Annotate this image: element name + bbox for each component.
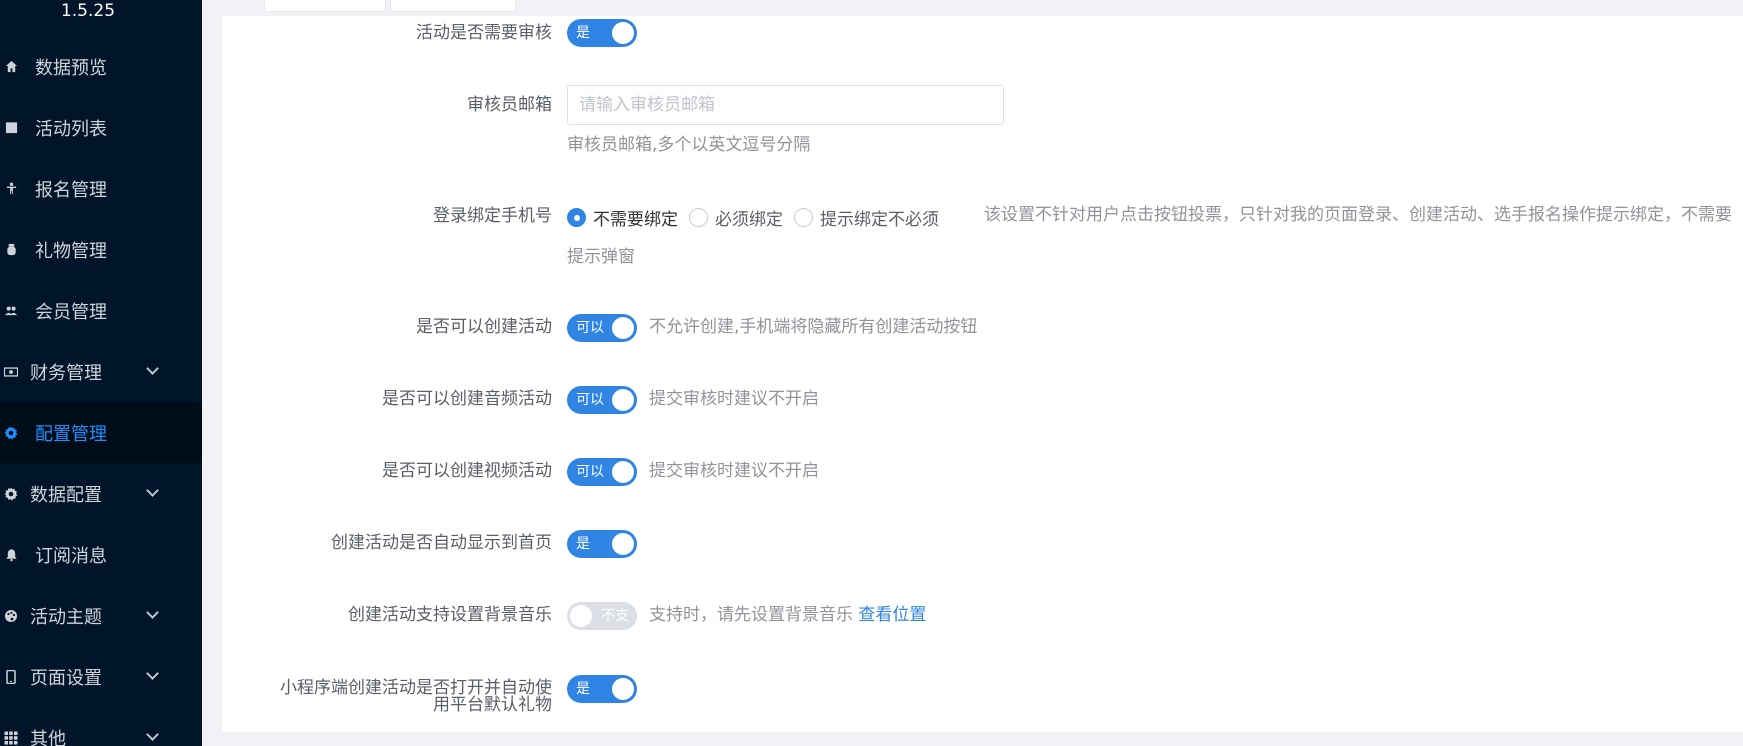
- bind-phone-hint: 该设置不针对用户点击按钮投票，只针对我的页面登录、创建活动、选手报名操作提示绑定…: [984, 205, 1732, 225]
- switch-knob: [612, 678, 634, 700]
- sidebar-item-finance[interactable]: 财务管理: [0, 341, 202, 402]
- sidebar-item-label: 礼物管理: [35, 240, 107, 262]
- switch-knob: [612, 533, 634, 555]
- can-create-video-switch[interactable]: 可以: [567, 458, 637, 486]
- can-create-video-hint: 提交审核时建议不开启: [649, 461, 819, 481]
- gear-icon: [4, 426, 18, 440]
- sidebar-item-label: 活动主题: [30, 606, 102, 628]
- chevron-down-icon: [146, 667, 159, 680]
- bind-phone-label: 登录绑定手机号: [433, 206, 552, 226]
- auditor-email-input[interactable]: [567, 85, 1004, 125]
- switch-knob: [570, 605, 592, 627]
- audit-switch[interactable]: 是: [567, 19, 637, 47]
- sidebar-item-label: 数据预览: [35, 57, 107, 79]
- auto-home-label: 创建活动是否自动显示到首页: [331, 533, 552, 553]
- switch-knob: [612, 22, 634, 44]
- default-gift-switch[interactable]: 是: [567, 675, 637, 703]
- switch-text: 是: [576, 536, 590, 552]
- sidebar-item-label: 数据配置: [30, 484, 102, 506]
- chevron-down-icon: [146, 728, 159, 741]
- sidebar-item-activity-list[interactable]: 活动列表: [0, 97, 202, 158]
- sidebar-item-label: 订阅消息: [35, 545, 107, 567]
- switch-knob: [612, 461, 634, 483]
- sidebar-item-page-settings[interactable]: 页面设置: [0, 646, 202, 707]
- bg-music-label: 创建活动支持设置背景音乐: [348, 605, 552, 625]
- switch-text: 是: [576, 25, 590, 41]
- chevron-down-icon: [146, 484, 159, 497]
- money-icon: [4, 365, 18, 379]
- radio-dot: [794, 208, 813, 227]
- bg-music-hint-text: 支持时，请先设置背景音乐: [649, 605, 853, 625]
- sidebar-item-label: 财务管理: [30, 362, 102, 384]
- sidebar-item-subscription[interactable]: 订阅消息: [0, 524, 202, 585]
- tab-bar: [202, 0, 1743, 16]
- sidebar-item-members[interactable]: 会员管理: [0, 280, 202, 341]
- sidebar: 1.5.25 数据预览 活动列表 报名管理 礼物管理 会员管理 财务管理 配置管…: [0, 0, 202, 746]
- bg-music-hint: 支持时，请先设置背景音乐 查看位置: [649, 604, 926, 626]
- radio-dot: [567, 208, 586, 227]
- radio-must-bind[interactable]: 必须绑定: [689, 205, 783, 230]
- palette-icon: [4, 609, 18, 623]
- phone-icon: [4, 669, 18, 684]
- chevron-down-icon: [146, 362, 159, 375]
- switch-knob: [612, 317, 634, 339]
- auditor-email-label: 审核员邮箱: [467, 95, 552, 115]
- can-create-audio-switch[interactable]: 可以: [567, 386, 637, 414]
- auditor-email-hint: 审核员邮箱,多个以英文逗号分隔: [567, 135, 811, 155]
- sidebar-item-data-preview[interactable]: 数据预览: [0, 36, 202, 97]
- sidebar-item-other[interactable]: 其他: [0, 707, 202, 746]
- radio-label: 不需要绑定: [593, 210, 678, 230]
- switch-text: 是: [576, 681, 590, 697]
- can-create-label: 是否可以创建活动: [416, 317, 552, 337]
- radio-no-bind[interactable]: 不需要绑定: [567, 205, 678, 230]
- radio-label: 必须绑定: [715, 210, 783, 230]
- switch-knob: [612, 389, 634, 411]
- sidebar-item-gift[interactable]: 礼物管理: [0, 219, 202, 280]
- can-create-hint: 不允许创建,手机端将隐藏所有创建活动按钮: [649, 317, 978, 337]
- grid-icon: [4, 731, 18, 745]
- sidebar-item-label: 会员管理: [35, 301, 107, 323]
- sidebar-item-label: 活动列表: [35, 118, 107, 140]
- can-create-audio-hint: 提交审核时建议不开启: [649, 389, 819, 409]
- audit-label: 活动是否需要审核: [416, 23, 552, 43]
- app-version: 1.5.25: [60, 1, 116, 21]
- sidebar-item-label: 配置管理: [35, 423, 107, 445]
- chevron-down-icon: [146, 606, 159, 619]
- bg-music-switch[interactable]: 不支: [567, 602, 637, 630]
- auto-home-switch[interactable]: 是: [567, 530, 637, 558]
- default-gift-label-line2: 用平台默认礼物: [433, 695, 552, 715]
- can-create-switch[interactable]: 可以: [567, 314, 637, 342]
- gift-icon: [4, 243, 18, 257]
- users-icon: [4, 304, 18, 318]
- tab[interactable]: [264, 0, 386, 12]
- switch-text: 可以: [576, 392, 604, 408]
- radio-label: 提示绑定不必须: [820, 210, 939, 230]
- radio-hint-bind[interactable]: 提示绑定不必须: [794, 205, 939, 230]
- switch-text: 可以: [576, 320, 604, 336]
- bell-icon: [4, 548, 18, 562]
- sidebar-item-registration[interactable]: 报名管理: [0, 158, 202, 219]
- sidebar-item-config[interactable]: 配置管理: [0, 402, 202, 463]
- radio-dot: [689, 208, 708, 227]
- bind-phone-radio-group: 不需要绑定 必须绑定 提示绑定不必须: [567, 205, 950, 230]
- tab[interactable]: [390, 0, 516, 12]
- can-create-video-label: 是否可以创建视频活动: [382, 461, 552, 481]
- can-create-audio-label: 是否可以创建音频活动: [382, 389, 552, 409]
- sidebar-item-label: 报名管理: [35, 179, 107, 201]
- sidebar-item-data-config[interactable]: 数据配置: [0, 463, 202, 524]
- switch-text: 不支: [601, 608, 629, 624]
- person-icon: [4, 182, 18, 196]
- calendar-icon: [4, 121, 18, 135]
- sidebar-item-label: 其他: [30, 728, 66, 746]
- switch-text: 可以: [576, 464, 604, 480]
- home-icon: [4, 60, 18, 74]
- sidebar-item-label: 页面设置: [30, 667, 102, 689]
- sidebar-item-theme[interactable]: 活动主题: [0, 585, 202, 646]
- bind-phone-hint-line2: 提示弹窗: [567, 247, 635, 267]
- gear-icon: [4, 487, 18, 501]
- view-location-link[interactable]: 查看位置: [858, 605, 926, 625]
